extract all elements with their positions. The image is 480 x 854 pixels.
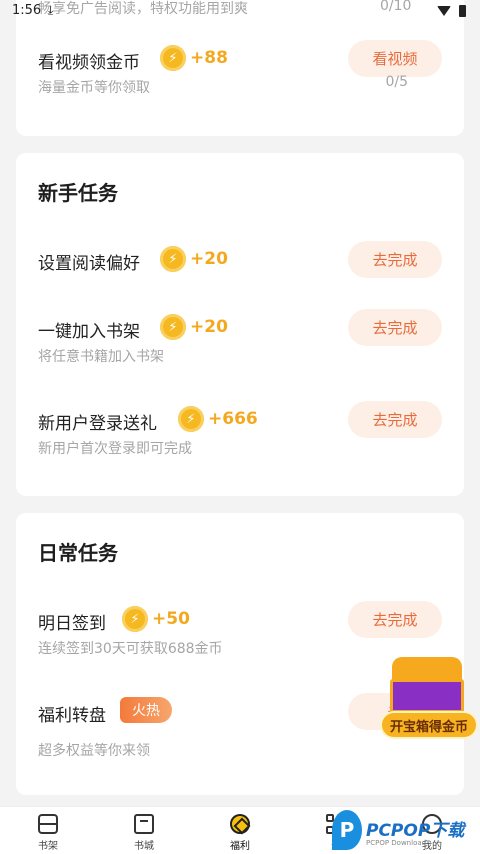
watch-video-button[interactable]: 看视频 [348,40,442,77]
coin-icon: ⚡ [160,246,186,272]
wifi-icon [437,6,451,16]
watermark-logo-icon: P [332,810,362,850]
task-reward: +88 [190,48,228,68]
coin-icon: ⚡ [178,406,204,432]
complete-button[interactable]: 去完成 [348,241,442,278]
tab-label: 福利 [230,841,250,852]
task-progress: 0/5 [385,74,408,90]
watermark-subtext: PCPOP Download [366,839,427,847]
coin-icon: ⚡ [160,45,186,71]
bookshelf-icon [38,814,58,834]
task-reading-preference: 设置阅读偏好 ⚡ +20 去完成 [38,241,442,309]
download-icon: ⤓ [48,3,54,17]
battery-icon [459,5,466,17]
task-desc: 超多权益等你来领 [38,743,150,759]
task-name: 新用户登录送礼 [38,414,157,434]
task-new-user-login: 新用户登录送礼 ⚡ +666 新用户首次登录即可完成 去完成 [38,401,442,469]
coin-icon: ⚡ [160,314,186,340]
task-reward: +666 [208,409,258,429]
task-watch-video: 看视频领金币 ⚡ +88 海量金币等你领取 看视频 0/5 [38,40,442,108]
task-name: 明日签到 [38,614,106,634]
tab-welfare[interactable]: 福利 [192,807,288,854]
chest-body [390,679,464,713]
task-name: 看视频领金币 [38,53,140,73]
welfare-icon [230,814,250,834]
task-name: 一键加入书架 [38,322,140,342]
section-title: 日常任务 [38,541,118,565]
bookstore-icon [134,814,154,834]
task-desc: 新用户首次登录即可完成 [38,441,192,457]
task-desc: 连续签到30天可获取688金币 [38,641,223,657]
task-name: 设置阅读偏好 [38,254,140,274]
task-reward: +50 [152,609,190,629]
tab-label: 书城 [134,841,154,852]
treasure-chest-button[interactable]: 开宝箱得金币 [378,653,480,745]
status-time: 1:56 [12,3,42,18]
tab-bookshelf[interactable]: 书架 [0,807,96,854]
tab-label: 书架 [38,841,58,852]
chest-label: 开宝箱得金币 [380,711,478,739]
task-desc: 海量金币等你领取 [38,80,150,96]
task-name: 福利转盘 [38,706,106,726]
coin-icon: ⚡ [122,606,148,632]
task-reward: +20 [190,317,228,337]
hot-badge: 火热 [120,697,172,723]
status-bar: 1:56 ⤓ [0,0,480,24]
complete-button[interactable]: 去完成 [348,401,442,438]
task-add-to-shelf: 一键加入书架 ⚡ +20 将任意书籍加入书架 去完成 [38,309,442,377]
newbie-tasks-card: 新手任务 设置阅读偏好 ⚡ +20 去完成 一键加入书架 ⚡ +20 将任意书籍… [16,153,464,496]
task-reward: +20 [190,249,228,269]
tab-bookstore[interactable]: 书城 [96,807,192,854]
complete-button[interactable]: 去完成 [348,309,442,346]
watermark-text: PCPOP下载 [366,821,465,841]
section-title: 新手任务 [38,181,118,205]
watermark: P PCPOP下载 PCPOP Download [330,808,480,854]
complete-button[interactable]: 去完成 [348,601,442,638]
task-desc: 将任意书籍加入书架 [38,349,164,365]
